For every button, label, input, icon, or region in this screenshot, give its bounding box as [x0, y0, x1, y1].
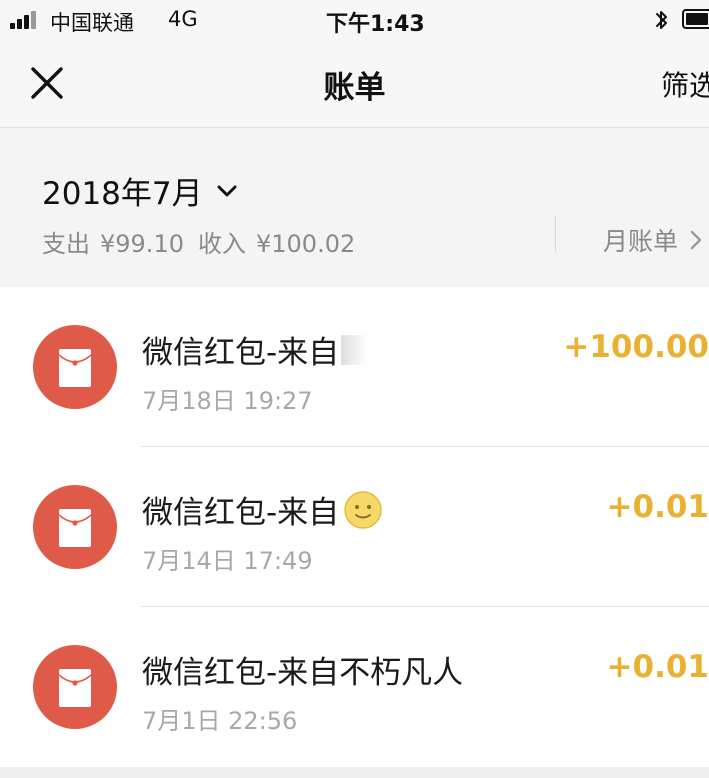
- bill-title: 微信红包-来自不朽凡人: [142, 647, 463, 692]
- month-label: 2018年7月: [42, 176, 203, 212]
- red-packet-icon: [33, 325, 117, 409]
- signal-strength-icon: [10, 11, 44, 29]
- chevron-down-icon: [217, 185, 237, 196]
- income-amount: ¥100.02: [255, 230, 356, 258]
- filter-button[interactable]: 筛选: [661, 64, 709, 104]
- bill-title-text: 微信红包-来自: [142, 335, 340, 371]
- bill-title-text: 微信红包-来自: [142, 495, 340, 531]
- bill-list: 微信红包-来自 7月18日 19:27 +100.00 微信红包-来自 7月14…: [0, 287, 709, 767]
- smiley-emoji-icon: [344, 490, 382, 529]
- status-clock: 下午1:43: [326, 12, 425, 37]
- bill-time: 7月14日 17:49: [142, 547, 313, 575]
- bottom-strip: [0, 767, 709, 778]
- list-item[interactable]: 微信红包-来自 7月18日 19:27 +100.00: [0, 287, 709, 447]
- divider: [555, 216, 556, 252]
- battery-icon: [682, 9, 709, 29]
- chevron-right-icon: [690, 230, 702, 250]
- bill-amount: +100.00: [563, 329, 709, 365]
- list-item[interactable]: 微信红包-来自不朽凡人 7月1日 22:56 +0.01: [0, 607, 709, 767]
- page-title: 账单: [323, 70, 386, 106]
- red-packet-icon: [33, 485, 117, 569]
- income-label: 收入: [197, 230, 246, 258]
- bill-title-text: 微信红包-来自不朽凡人: [142, 655, 464, 691]
- list-item[interactable]: 微信红包-来自 7月14日 17:49 +0.01: [0, 447, 709, 607]
- bill-time: 7月18日 19:27: [142, 387, 313, 415]
- month-picker[interactable]: 2018年7月: [42, 168, 237, 213]
- bill-title: 微信红包-来自: [142, 487, 383, 532]
- network-type: 4G: [168, 7, 198, 31]
- monthly-bill-label: 月账单: [603, 227, 679, 256]
- bill-time: 7月1日 22:56: [142, 707, 298, 735]
- totals-line: 支出 ¥99.10 收入 ¥100.02: [42, 224, 365, 259]
- bill-title: 微信红包-来自: [142, 327, 368, 372]
- bill-amount: +0.01: [606, 649, 709, 685]
- carrier-name: 中国联通: [50, 11, 134, 35]
- status-bar: 中国联通 4G 下午1:43: [0, 0, 709, 40]
- nav-bar: 账单 筛选: [0, 40, 709, 128]
- expense-amount: ¥99.10: [100, 230, 184, 258]
- expense-label: 支出: [42, 230, 90, 258]
- bluetooth-icon: [656, 11, 667, 29]
- red-packet-icon: [33, 645, 117, 729]
- obscured-text: [341, 334, 368, 365]
- bill-amount: +0.01: [606, 489, 709, 525]
- monthly-bill-link[interactable]: 月账单: [603, 222, 702, 258]
- month-summary: 2018年7月 支出 ¥99.10 收入 ¥100.02 月账单: [0, 128, 709, 285]
